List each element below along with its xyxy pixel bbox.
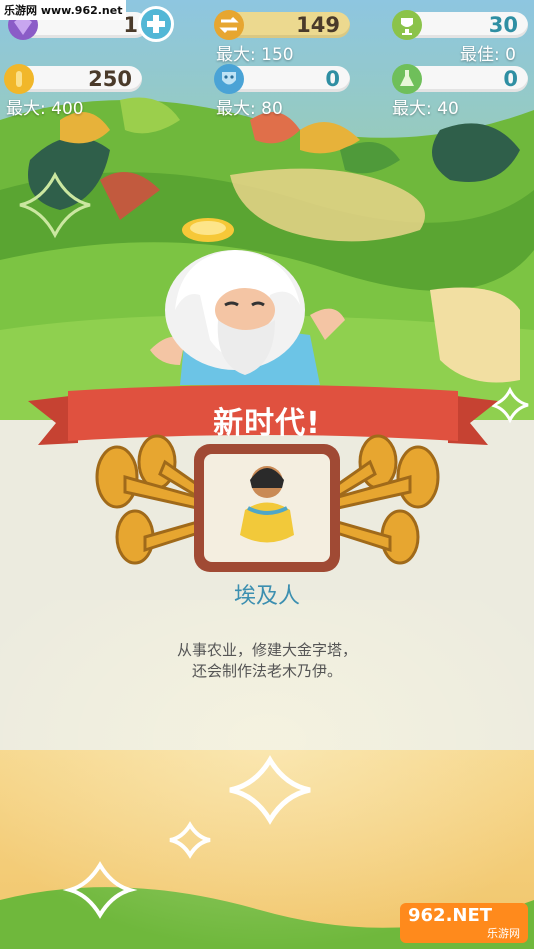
site-logo-text: 962.NET [408,905,493,926]
trophy-best-label: 最佳: 0 [460,45,516,65]
portrait-frame [194,444,340,572]
era-description: 从事农业，修建大金字塔， 还会制作法老木乃伊。 [0,640,534,682]
trophy-value: 30 [488,13,518,37]
science-max-label: 最大: 40 [392,99,459,119]
culture-max-label: 最大: 80 [216,99,283,119]
era-description-line-1: 从事农业，修建大金字塔， [176,641,357,659]
plus-icon[interactable] [138,6,174,42]
science-counter: 0 [392,64,528,94]
culture-value: 0 [325,67,340,91]
old-man-character [150,218,345,385]
progress-counter: 149 [214,10,352,40]
coins-counter: 250 [4,64,142,94]
coins-max-label: 最大: 400 [6,99,84,119]
trophy-icon [392,10,422,40]
flask-icon [392,64,422,94]
trophy-counter: 30 [392,10,528,40]
theater-mask-icon [214,64,244,94]
watermark-top: 乐游网 www.962.net [0,0,127,20]
progress-value: 149 [296,13,340,37]
site-logo-subtext: 乐游网 [487,927,520,940]
science-value: 0 [503,67,518,91]
coins-value: 250 [88,67,132,91]
era-name: 埃及人 [233,584,300,609]
culture-counter: 0 [214,64,352,94]
progress-max-label: 最大: 150 [216,45,294,65]
era-description-line-2: 还会制作法老木乃伊。 [191,662,342,680]
coin-icon [4,64,34,94]
progress-arrows-icon [214,10,244,40]
site-logo: 962.NET 乐游网 [400,903,528,943]
